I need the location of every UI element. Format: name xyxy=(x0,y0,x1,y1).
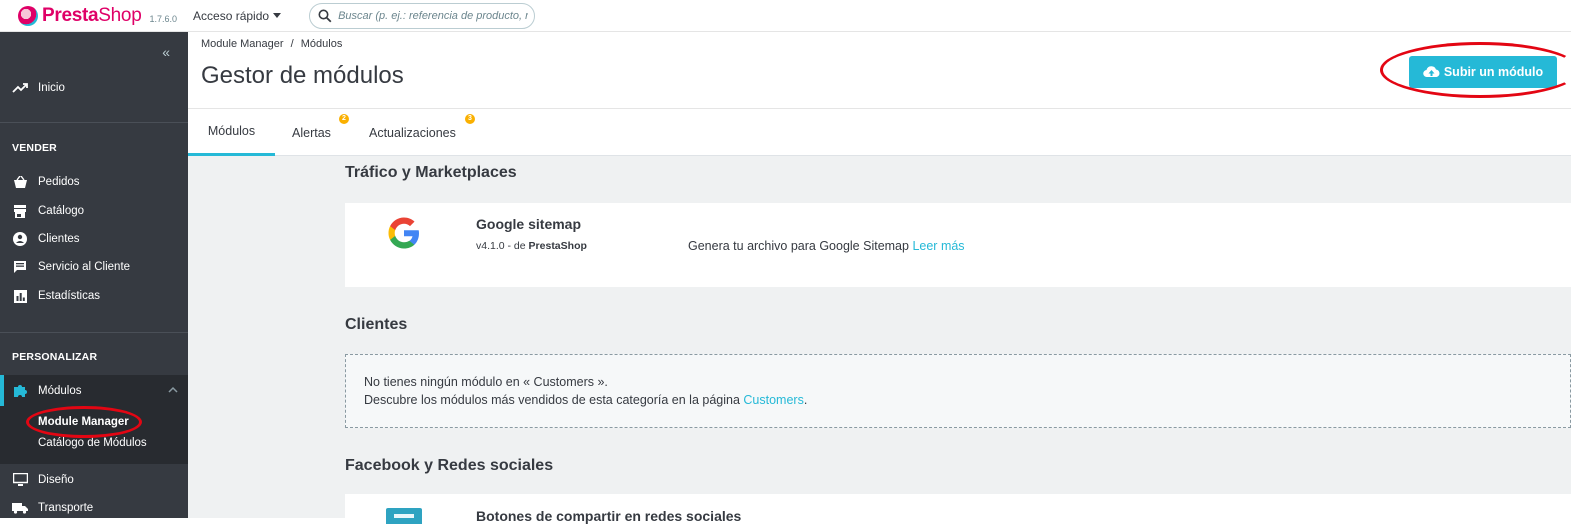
sidebar-item-inicio[interactable]: Inicio xyxy=(0,75,188,101)
puzzle-icon xyxy=(12,383,28,399)
tab-label: Alertas xyxy=(292,125,331,140)
module-version: v4.1.0 - de PrestaShop xyxy=(476,240,587,252)
sidebar-item-estadisticas[interactable]: Estadísticas xyxy=(0,283,188,309)
category-title-clientes: Clientes xyxy=(345,316,408,333)
collapse-sidebar-icon[interactable]: « xyxy=(162,44,170,60)
empty-notice-line: No tienes ningún módulo en « Customers »… xyxy=(364,375,608,389)
module-card-google-sitemap: Google sitemap v4.1.0 - de PrestaShop Ge… xyxy=(345,203,1571,287)
category-title-facebook: Facebook y Redes sociales xyxy=(345,457,554,474)
quick-access-label: Acceso rápido xyxy=(193,8,270,23)
section-sell: VENDER xyxy=(12,142,57,154)
annotation-ellipse-upload xyxy=(1380,42,1571,98)
search-input[interactable] xyxy=(338,9,529,22)
module-tabs: Módulos Alertas 2 Actualizaciones 3 xyxy=(188,108,1571,156)
store-icon xyxy=(12,203,28,219)
alerts-count-badge: 2 xyxy=(339,114,349,124)
tab-label: Módulos xyxy=(207,124,256,138)
module-card-social-share: Botones de compartir en redes sociales xyxy=(345,494,1571,524)
prestashop-logo[interactable]: PrestaShop xyxy=(18,4,142,27)
sidebar-item-catalogo[interactable]: Catálogo xyxy=(0,198,188,224)
bar-chart-icon xyxy=(12,288,28,304)
sidebar-item-label: Servicio al Cliente xyxy=(38,261,131,273)
social-share-icon xyxy=(386,508,422,524)
sidebar-item-label: Inicio xyxy=(38,82,65,94)
modules-content: Tráfico y Marketplaces Google sitemap v4… xyxy=(188,156,1571,524)
sidebar-divider xyxy=(0,332,188,333)
chevron-up-icon xyxy=(168,384,178,396)
search-icon xyxy=(318,9,332,22)
sidebar-item-label: Estadísticas xyxy=(38,290,100,302)
breadcrumb-module-manager[interactable]: Module Manager xyxy=(201,38,284,50)
breadcrumb-separator: / xyxy=(290,38,294,50)
module-author: PrestaShop xyxy=(528,240,587,252)
empty-category-notice: No tienes ningún módulo en « Customers »… xyxy=(345,354,1571,428)
caret-down-icon xyxy=(273,13,282,18)
truck-icon xyxy=(12,500,28,516)
sidebar-divider xyxy=(0,122,188,123)
module-name: Botones de compartir en redes sociales xyxy=(476,508,742,524)
module-description: Genera tu archivo para Google Sitemap Le… xyxy=(688,239,965,253)
version-label: 1.7.6.0 xyxy=(149,13,178,24)
customers-link[interactable]: Customers xyxy=(743,393,803,407)
annotation-ellipse-module-manager xyxy=(26,406,142,438)
empty-notice-line: Descubre los módulos más vendidos de est… xyxy=(364,393,808,407)
user-circle-icon xyxy=(12,231,28,247)
sidebar-item-pedidos[interactable]: Pedidos xyxy=(0,169,188,195)
trending-up-icon xyxy=(12,80,28,96)
tab-alertas[interactable]: Alertas xyxy=(292,109,331,156)
sidebar-item-clientes[interactable]: Clientes xyxy=(0,226,188,252)
top-header: PrestaShop 1.7.6.0 Acceso rápido xyxy=(0,0,1571,32)
breadcrumb: Module Manager / Módulos xyxy=(201,38,342,50)
prestashop-puffin-icon xyxy=(18,5,38,26)
breadcrumb-modulos[interactable]: Módulos xyxy=(301,38,343,50)
sidebar-item-label: Transporte xyxy=(38,502,94,514)
module-name: Google sitemap xyxy=(476,216,582,232)
section-customize: PERSONALIZAR xyxy=(12,351,98,363)
sidebar-item-transporte[interactable]: Transporte xyxy=(0,495,188,521)
sidebar-item-modulos[interactable]: Módulos xyxy=(0,375,188,406)
quick-access-dropdown[interactable]: Acceso rápido xyxy=(193,8,282,23)
page-title: Gestor de módulos xyxy=(201,62,404,89)
google-logo-icon xyxy=(388,217,419,249)
sidebar: « Inicio VENDER Pedidos Catálogo Cliente… xyxy=(0,32,188,518)
sidebar-item-servicio[interactable]: Servicio al Cliente xyxy=(0,254,188,280)
category-title-traffic: Tráfico y Marketplaces xyxy=(345,164,517,181)
sidebar-item-label: Módulos xyxy=(38,384,82,397)
monitor-icon xyxy=(12,472,28,488)
tab-label: Actualizaciones xyxy=(369,125,456,140)
sidebar-item-label: Clientes xyxy=(38,233,80,245)
updates-count-badge: 3 xyxy=(465,114,475,124)
sidebar-item-diseno[interactable]: Diseño xyxy=(0,467,188,493)
basket-icon xyxy=(12,174,28,190)
chat-icon xyxy=(12,259,28,275)
logo-text: PrestaShop xyxy=(42,4,142,26)
sidebar-item-label: Diseño xyxy=(38,474,74,486)
read-more-link[interactable]: Leer más xyxy=(912,239,964,253)
search-box xyxy=(309,2,536,29)
tab-modulos[interactable]: Módulos xyxy=(188,109,275,156)
sidebar-item-label: Pedidos xyxy=(38,176,80,188)
sidebar-item-label: Catálogo xyxy=(38,205,85,217)
submenu-catalogo-modulos[interactable]: Catálogo de Módulos xyxy=(38,437,147,449)
tab-actualizaciones[interactable]: Actualizaciones xyxy=(369,109,456,156)
